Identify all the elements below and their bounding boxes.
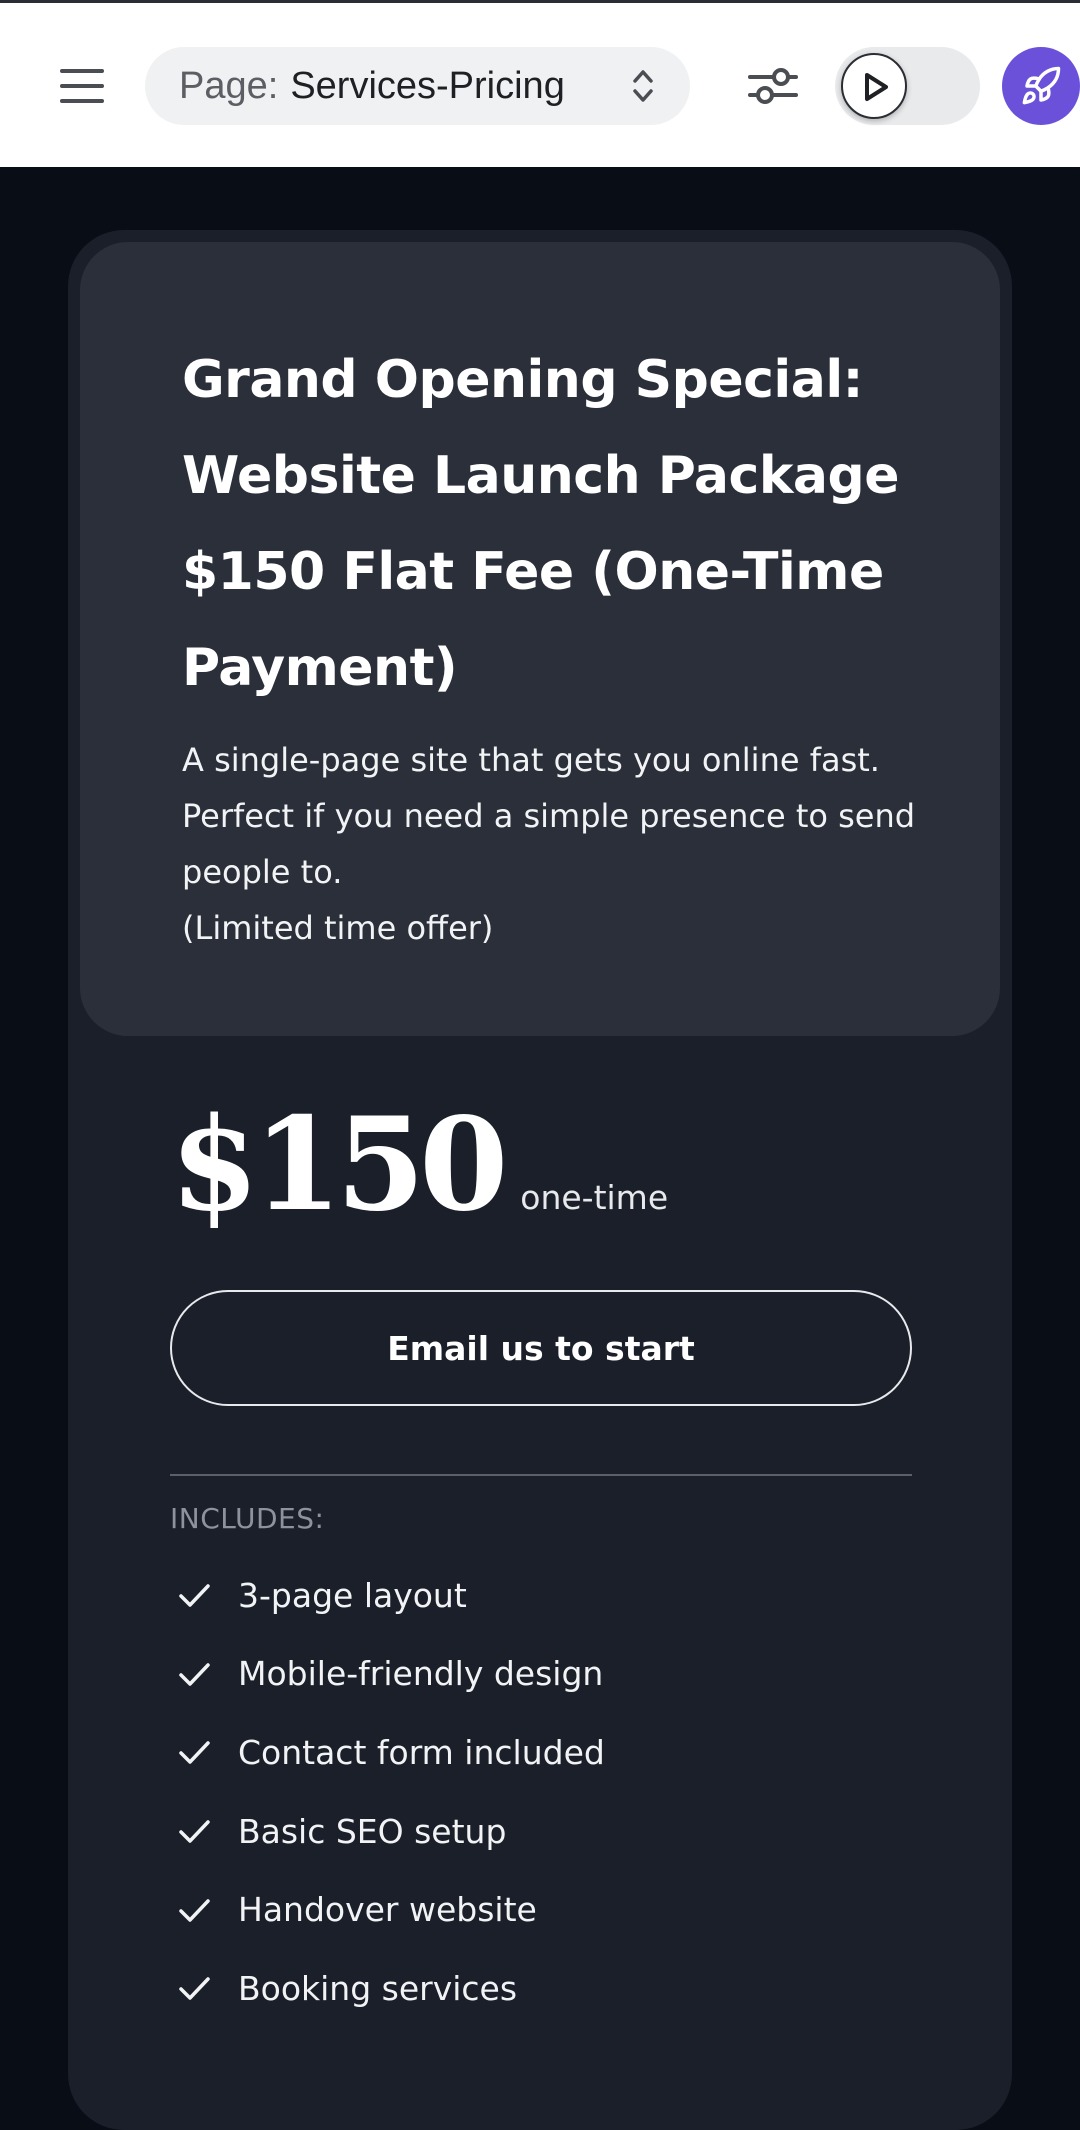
feature-label: Mobile-friendly design	[238, 1654, 604, 1694]
rocket-icon	[1022, 66, 1061, 105]
sliders-icon[interactable]	[748, 63, 798, 109]
preview-toggle[interactable]	[835, 47, 980, 125]
check-icon	[179, 1977, 210, 2001]
chevron-up-down-icon	[632, 67, 654, 115]
feature-item: 3-page layout	[170, 1556, 912, 1635]
price-row: $150 one-time	[170, 1090, 669, 1240]
price-unit: one-time	[520, 1178, 669, 1217]
check-icon	[179, 1584, 210, 1608]
feature-label: 3-page layout	[238, 1575, 467, 1615]
feature-label: Basic SEO setup	[238, 1811, 507, 1851]
check-icon	[179, 1741, 210, 1765]
email-us-button[interactable]: Email us to start	[170, 1290, 912, 1406]
feature-label: Booking services	[238, 1968, 518, 2008]
pricing-card: Grand Opening Special: Website Launch Pa…	[68, 230, 1012, 2130]
price-amount: $150	[170, 1090, 508, 1240]
pricing-card-header: Grand Opening Special: Website Launch Pa…	[80, 242, 1000, 1036]
check-icon	[179, 1820, 210, 1843]
divider	[170, 1474, 912, 1476]
editor-toolbar: Page: Services-Pricing	[0, 0, 1080, 167]
feature-item: Handover website	[170, 1870, 912, 1949]
feature-item: Contact form included	[170, 1713, 912, 1792]
page-selector-value: Services-Pricing	[290, 64, 565, 107]
launch-button[interactable]	[1002, 47, 1080, 125]
play-icon	[865, 73, 888, 101]
feature-list: 3-page layout Mobile-friendly design Con…	[170, 1556, 912, 2028]
feature-item: Booking services	[170, 1949, 912, 2028]
page-selector-prefix: Page:	[179, 64, 279, 107]
feature-label: Handover website	[238, 1890, 537, 1930]
feature-item: Mobile-friendly design	[170, 1635, 912, 1714]
page-selector[interactable]: Page: Services-Pricing	[145, 47, 690, 125]
feature-label: Contact form included	[238, 1732, 605, 1772]
pricing-card-title: Grand Opening Special: Website Launch Pa…	[182, 350, 900, 698]
includes-label: INCLUDES:	[170, 1502, 325, 1535]
check-icon	[179, 1663, 210, 1686]
pricing-card-description: A single-page site that gets you online …	[182, 741, 916, 947]
preview-toggle-knob	[841, 53, 907, 119]
hamburger-menu-icon[interactable]	[60, 67, 104, 105]
feature-item: Basic SEO setup	[170, 1792, 912, 1871]
check-icon	[179, 1898, 210, 1922]
